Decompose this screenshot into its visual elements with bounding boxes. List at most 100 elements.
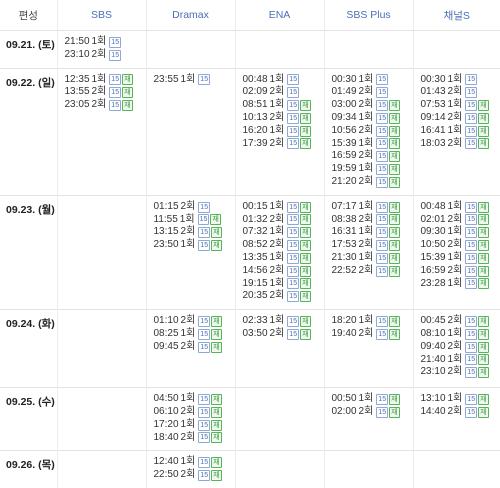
broadcast-slot[interactable]: 00:481회15: [243, 74, 324, 87]
broadcast-slot[interactable]: 02:331회15재: [243, 315, 324, 328]
broadcast-slot[interactable]: 09:301회15재: [421, 226, 500, 239]
episode-number: 1회: [359, 226, 374, 239]
broadcast-slot[interactable]: 00:452회15재: [421, 315, 500, 328]
age-rating-badge: 15: [287, 138, 299, 149]
broadcast-slot[interactable]: 00:301회15: [421, 74, 500, 87]
broadcast-slot[interactable]: 16:592회15재: [421, 265, 500, 278]
broadcast-slot[interactable]: 08:522회15재: [243, 239, 324, 252]
broadcast-slot[interactable]: 13:152회15재: [154, 226, 235, 239]
broadcast-slot[interactable]: 06:102회15재: [154, 406, 235, 419]
broadcast-slot[interactable]: 16:592회15재: [332, 150, 413, 163]
broadcast-slot[interactable]: 08:511회15재: [243, 99, 324, 112]
broadcast-slot[interactable]: 00:501회15재: [332, 393, 413, 406]
broadcast-slot[interactable]: 16:311회15재: [332, 226, 413, 239]
broadcast-slot[interactable]: 23:102회15재: [421, 366, 500, 379]
broadcast-slot[interactable]: 09:452회15재: [154, 341, 235, 354]
broadcast-slot[interactable]: 01:322회15재: [243, 214, 324, 227]
broadcast-slot[interactable]: 11:551회15재: [154, 214, 235, 227]
broadcast-slot[interactable]: 12:351회15재: [65, 74, 146, 87]
broadcast-slot[interactable]: 02:092회15: [243, 86, 324, 99]
rerun-badge: 재: [478, 214, 488, 225]
channel-schedule-cell: 00:481회1502:092회1508:511회15재10:132회15재16…: [235, 68, 324, 195]
air-time: 23:05: [65, 99, 90, 112]
air-time: 12:35: [65, 74, 90, 87]
schedule-row: 09.24. (화)01:102회15재08:251회15재09:452회15재…: [0, 310, 500, 388]
broadcast-slot[interactable]: 00:481회15재: [421, 201, 500, 214]
broadcast-slot[interactable]: 14:402회15재: [421, 406, 500, 419]
broadcast-slot[interactable]: 18:201회15재: [332, 315, 413, 328]
broadcast-slot[interactable]: 03:502회15재: [243, 328, 324, 341]
broadcast-slot[interactable]: 09:402회15재: [421, 341, 500, 354]
broadcast-slot[interactable]: 19:151회15재: [243, 278, 324, 291]
broadcast-slot[interactable]: 07:321회15재: [243, 226, 324, 239]
broadcast-slot[interactable]: 08:251회15재: [154, 328, 235, 341]
broadcast-slot[interactable]: 04:501회15재: [154, 393, 235, 406]
broadcast-slot[interactable]: 02:002회15재: [332, 406, 413, 419]
broadcast-slot[interactable]: 00:151회15재: [243, 201, 324, 214]
broadcast-slot[interactable]: 01:102회15재: [154, 315, 235, 328]
slot-list: 00:452회15재08:101회15재09:402회15재21:401회15재…: [414, 310, 500, 385]
broadcast-slot[interactable]: 17:392회15재: [243, 138, 324, 151]
broadcast-slot[interactable]: 03:002회15재: [332, 99, 413, 112]
age-rating-badge: 15: [376, 74, 388, 85]
episode-number: 1회: [359, 393, 374, 406]
broadcast-slot[interactable]: 17:201회15재: [154, 419, 235, 432]
broadcast-slot[interactable]: 19:402회15재: [332, 328, 413, 341]
broadcast-slot[interactable]: 21:401회15재: [421, 354, 500, 367]
broadcast-slot[interactable]: 07:171회15재: [332, 201, 413, 214]
broadcast-slot[interactable]: 09:341회15재: [332, 112, 413, 125]
channel-header-ena[interactable]: ENA: [235, 0, 324, 31]
broadcast-slot[interactable]: 19:591회15재: [332, 163, 413, 176]
broadcast-slot[interactable]: 16:411회15재: [421, 125, 500, 138]
broadcast-slot[interactable]: 23:551회15: [154, 74, 235, 87]
broadcast-slot[interactable]: 23:052회15재: [65, 99, 146, 112]
broadcast-slot[interactable]: 12:401회15재: [154, 456, 235, 469]
broadcast-slot[interactable]: 15:391회15재: [421, 252, 500, 265]
episode-number: 2회: [448, 406, 463, 419]
broadcast-slot[interactable]: 13:351회15재: [243, 252, 324, 265]
broadcast-slot[interactable]: 13:552회15재: [65, 86, 146, 99]
broadcast-slot[interactable]: 10:562회15재: [332, 125, 413, 138]
broadcast-slot[interactable]: 21:202회15재: [332, 176, 413, 189]
broadcast-slot[interactable]: 09:142회15재: [421, 112, 500, 125]
broadcast-slot[interactable]: 23:501회15재: [154, 239, 235, 252]
channel-header-sbs[interactable]: SBS: [57, 0, 146, 31]
rerun-badge: 재: [389, 394, 399, 405]
broadcast-slot[interactable]: 08:382회15재: [332, 214, 413, 227]
channel-header-channel-s[interactable]: 채널S: [413, 0, 500, 31]
slot-list: [414, 31, 500, 42]
broadcast-slot[interactable]: 01:492회15: [332, 86, 413, 99]
episode-number: 2회: [270, 86, 285, 99]
episode-number: 2회: [92, 49, 107, 62]
broadcast-slot[interactable]: 22:502회15재: [154, 469, 235, 482]
channel-schedule-cell: 02:331회15재03:502회15재: [235, 310, 324, 388]
broadcast-slot[interactable]: 23:281회15재: [421, 278, 500, 291]
broadcast-slot[interactable]: 14:562회15재: [243, 265, 324, 278]
broadcast-slot[interactable]: 10:502회15재: [421, 239, 500, 252]
broadcast-slot[interactable]: 07:531회15재: [421, 99, 500, 112]
broadcast-slot[interactable]: 18:032회15재: [421, 138, 500, 151]
broadcast-slot[interactable]: 00:301회15: [332, 74, 413, 87]
channel-schedule-cell: [413, 451, 500, 488]
rerun-badge: 재: [300, 266, 310, 277]
broadcast-slot[interactable]: 08:101회15재: [421, 328, 500, 341]
channel-header-sbs-plus[interactable]: SBS Plus: [324, 0, 413, 31]
broadcast-slot[interactable]: 23:102회15: [65, 49, 146, 62]
broadcast-slot[interactable]: 18:402회15재: [154, 432, 235, 445]
channel-header-dramax[interactable]: Dramax: [146, 0, 235, 31]
broadcast-slot[interactable]: 02:012회15재: [421, 214, 500, 227]
slot-list: 00:151회15재01:322회15재07:321회15재08:522회15재…: [236, 196, 324, 309]
episode-number: 1회: [270, 226, 285, 239]
broadcast-slot[interactable]: 13:101회15재: [421, 393, 500, 406]
broadcast-slot[interactable]: 17:532회15재: [332, 239, 413, 252]
broadcast-slot[interactable]: 01:152회15: [154, 201, 235, 214]
broadcast-slot[interactable]: 21:301회15재: [332, 252, 413, 265]
broadcast-slot[interactable]: 15:391회15재: [332, 138, 413, 151]
broadcast-slot[interactable]: 22:522회15재: [332, 265, 413, 278]
broadcast-slot[interactable]: 16:201회15재: [243, 125, 324, 138]
broadcast-slot[interactable]: 10:132회15재: [243, 112, 324, 125]
channel-schedule-cell: 12:401회15재22:502회15재: [146, 451, 235, 488]
broadcast-slot[interactable]: 01:432회15: [421, 86, 500, 99]
broadcast-slot[interactable]: 20:352회15재: [243, 290, 324, 303]
broadcast-slot[interactable]: 21:501회15: [65, 36, 146, 49]
